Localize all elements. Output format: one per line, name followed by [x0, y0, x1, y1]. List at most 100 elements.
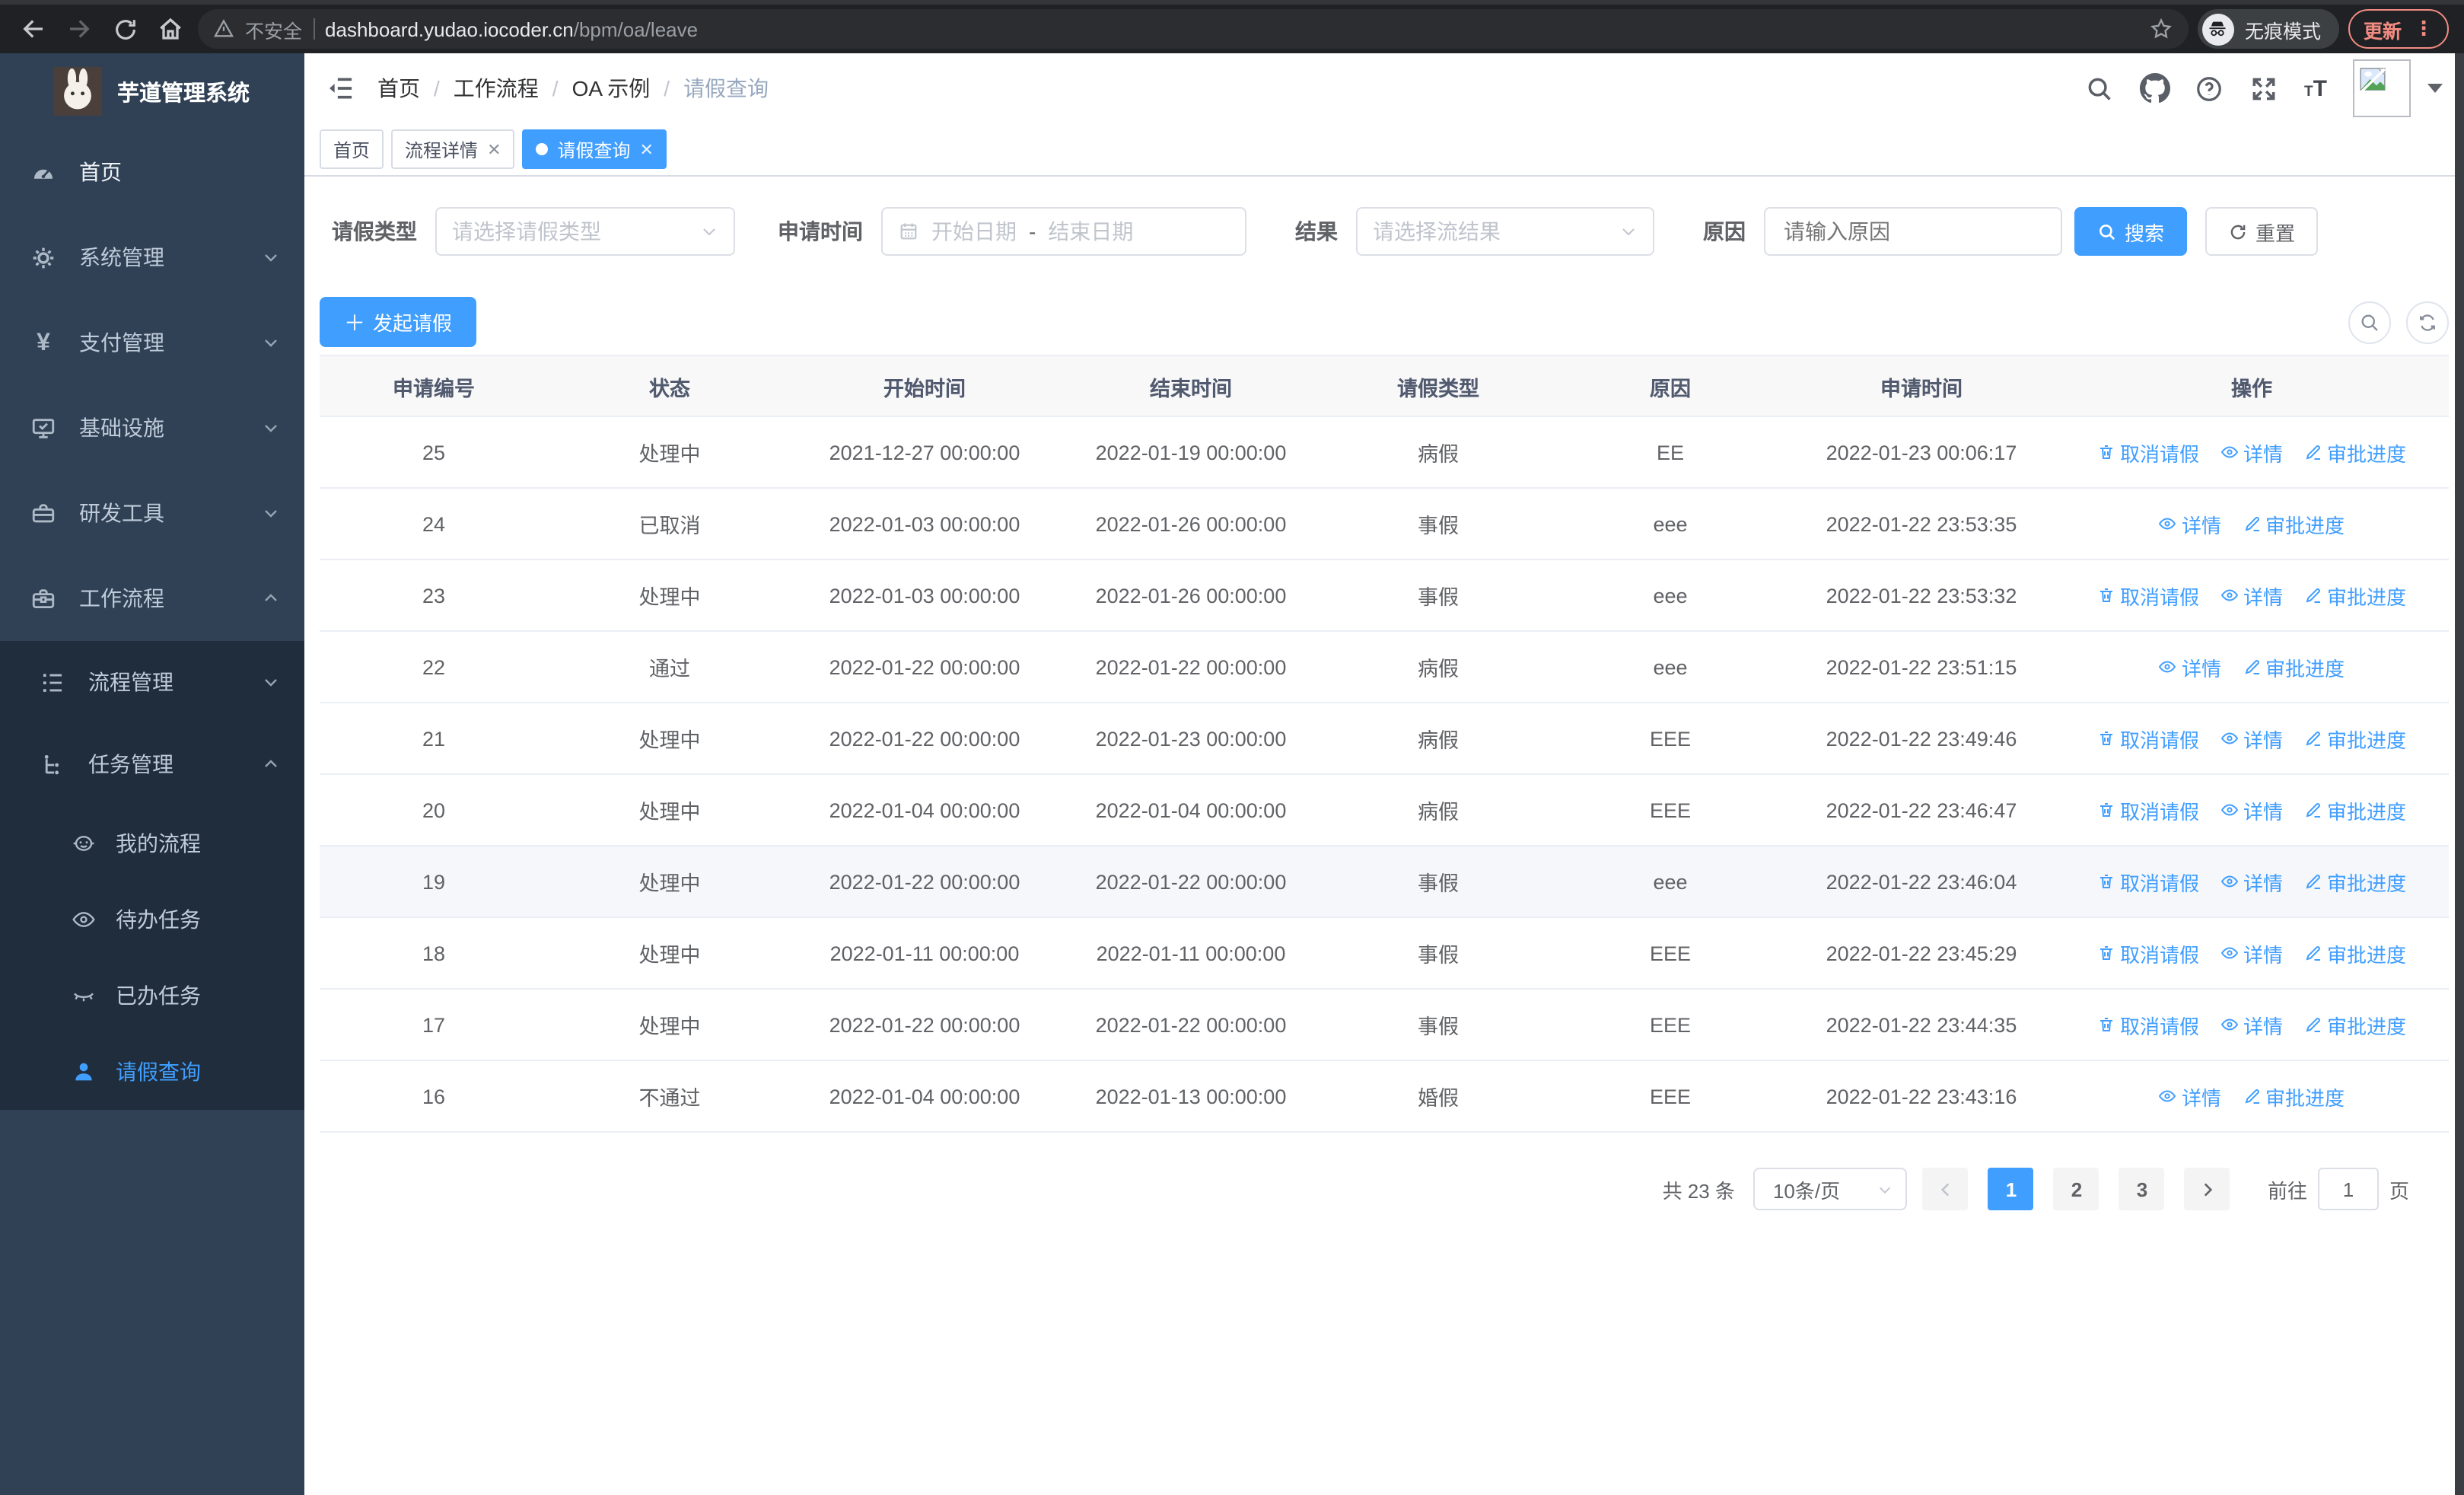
- show-search-button[interactable]: [2348, 301, 2391, 343]
- search-icon[interactable]: [2085, 74, 2114, 103]
- close-icon[interactable]: ✕: [640, 139, 654, 159]
- leave-type-label: 请假类型: [332, 219, 417, 244]
- cell-reason: eee: [1552, 488, 1788, 560]
- sidebar-item-system[interactable]: 系统管理: [0, 215, 304, 300]
- action-progress-link[interactable]: 审批进度: [2304, 939, 2406, 967]
- chevron-down-icon: [703, 228, 715, 236]
- sidebar-item-devtools[interactable]: 研发工具: [0, 470, 304, 556]
- next-page-button[interactable]: [2184, 1168, 2230, 1210]
- apply-time-label: 申请时间: [778, 219, 863, 244]
- action-progress-link[interactable]: 审批进度: [2243, 652, 2345, 681]
- logo[interactable]: 芋道管理系统: [0, 53, 304, 129]
- page-size-select[interactable]: 10条/页: [1752, 1168, 1907, 1210]
- help-icon[interactable]: [2195, 74, 2224, 103]
- font-size-icon[interactable]: TT: [2304, 75, 2327, 101]
- action-progress-link[interactable]: 审批进度: [2304, 438, 2406, 467]
- avatar[interactable]: [2353, 59, 2411, 117]
- reason-input[interactable]: [1781, 218, 2045, 245]
- action-progress-link[interactable]: 审批进度: [2304, 581, 2406, 610]
- action-cancel-link[interactable]: 取消请假: [2097, 939, 2199, 967]
- page-button-2[interactable]: 2: [2053, 1168, 2099, 1210]
- action-cancel-link[interactable]: 取消请假: [2097, 1010, 2199, 1039]
- breadcrumb-workflow[interactable]: 工作流程: [454, 73, 539, 104]
- close-icon[interactable]: ✕: [487, 139, 501, 159]
- action-cancel-link[interactable]: 取消请假: [2097, 795, 2199, 824]
- refresh-icon: [2230, 224, 2246, 239]
- cell-status: 处理中: [548, 989, 791, 1061]
- cell-start: 2022-01-03 00:00:00: [791, 559, 1058, 632]
- start-date-placeholder: 开始日期: [931, 219, 1017, 244]
- action-detail-link[interactable]: 详情: [2220, 724, 2283, 753]
- action-progress-link[interactable]: 审批进度: [2243, 509, 2345, 538]
- cell-reason: EEE: [1552, 703, 1788, 775]
- action-cancel-link[interactable]: 取消请假: [2097, 438, 2199, 467]
- action-progress-link[interactable]: 审批进度: [2304, 795, 2406, 824]
- update-button[interactable]: 更新 ⋮: [2348, 9, 2449, 49]
- action-detail-link[interactable]: 详情: [2220, 438, 2283, 467]
- sidebar-item-home[interactable]: 首页: [0, 129, 304, 215]
- incognito-label: 无痕模式: [2244, 21, 2321, 42]
- sidebar-item-payment[interactable]: ¥ 支付管理: [0, 300, 304, 385]
- search-button[interactable]: 搜索: [2074, 207, 2188, 256]
- action-progress-link[interactable]: 审批进度: [2304, 867, 2406, 896]
- github-icon[interactable]: [2139, 73, 2170, 104]
- action-progress-link[interactable]: 审批进度: [2304, 1010, 2406, 1039]
- forward-icon[interactable]: [61, 11, 97, 47]
- refresh-table-button[interactable]: [2406, 301, 2449, 343]
- home-icon[interactable]: [152, 11, 189, 47]
- sidebar-item-workflow[interactable]: 工作流程: [0, 556, 304, 641]
- app-frame: 芋道管理系统 首页 系统管理 ¥ 支付管理 基础设施 研发工具 工作流程 流程管…: [0, 53, 2464, 1495]
- apply-time-range-picker[interactable]: 开始日期 - 结束日期: [881, 207, 1246, 256]
- fullscreen-icon[interactable]: [2249, 74, 2278, 103]
- back-icon[interactable]: [15, 11, 52, 47]
- action-cancel-link[interactable]: 取消请假: [2097, 867, 2199, 896]
- create-leave-button[interactable]: ＋ 发起请假: [320, 297, 477, 347]
- leave-type-select[interactable]: 请选择请假类型: [435, 207, 735, 256]
- tab-process-detail[interactable]: 流程详情 ✕: [391, 129, 515, 169]
- browser-menu-icon[interactable]: ⋮: [2414, 17, 2434, 41]
- page-button-3[interactable]: 3: [2119, 1168, 2165, 1210]
- action-cancel-link[interactable]: 取消请假: [2097, 581, 2199, 610]
- tab-home[interactable]: 首页: [320, 129, 384, 169]
- action-detail-link[interactable]: 详情: [2220, 795, 2283, 824]
- reload-icon[interactable]: [107, 11, 143, 47]
- sidebar-item-leave-query[interactable]: 请假查询: [0, 1034, 304, 1110]
- divider: [313, 18, 315, 40]
- action-detail-link[interactable]: 详情: [2220, 581, 2283, 610]
- result-select[interactable]: 请选择流结果: [1356, 207, 1654, 256]
- sidebar-item-task-mgmt[interactable]: 任务管理: [0, 723, 304, 805]
- sidebar-item-process-mgmt[interactable]: 流程管理: [0, 641, 304, 723]
- action-detail-link[interactable]: 详情: [2159, 509, 2221, 538]
- cell-apply: 2022-01-22 23:51:15: [1788, 631, 2055, 703]
- cell-type: 事假: [1324, 846, 1552, 918]
- sidebar-fold-icon[interactable]: [326, 73, 356, 104]
- action-detail-link[interactable]: 详情: [2159, 652, 2221, 681]
- goto-page-input[interactable]: [2317, 1168, 2379, 1210]
- filter-form: 请假类型 请选择请假类型 申请时间 开始日期 - 结束日期 结果 请选择流结果: [320, 207, 2449, 256]
- action-progress-link[interactable]: 审批进度: [2243, 1082, 2345, 1111]
- reset-button[interactable]: 重置: [2205, 207, 2319, 256]
- reason-label: 原因: [1703, 219, 1746, 244]
- action-detail-link[interactable]: 详情: [2220, 1010, 2283, 1039]
- page-button-1[interactable]: 1: [1988, 1168, 2034, 1210]
- cell-type: 事假: [1324, 917, 1552, 990]
- table-row: 22 通过 2022-01-22 00:00:00 2022-01-22 00:00:…: [320, 631, 2449, 703]
- sidebar-item-infra[interactable]: 基础设施: [0, 385, 304, 470]
- scrollbar[interactable]: [2455, 53, 2464, 1495]
- bookmark-star-icon[interactable]: [2149, 17, 2173, 41]
- action-cancel-link[interactable]: 取消请假: [2097, 724, 2199, 753]
- breadcrumb-oa[interactable]: OA 示例: [572, 73, 651, 104]
- prev-page-button[interactable]: [1922, 1168, 1969, 1210]
- sidebar-item-todo-tasks[interactable]: 待办任务: [0, 881, 304, 958]
- action-detail-link[interactable]: 详情: [2220, 939, 2283, 967]
- tab-leave-query[interactable]: 请假查询 ✕: [522, 129, 667, 169]
- cell-status: 通过: [548, 631, 791, 703]
- sidebar-item-my-process[interactable]: 我的流程: [0, 805, 304, 881]
- action-detail-link[interactable]: 详情: [2159, 1082, 2221, 1111]
- breadcrumb-home[interactable]: 首页: [377, 73, 420, 104]
- address-bar[interactable]: 不安全 dashboard.yudao.iocoder.cn/bpm/oa/le…: [198, 9, 2189, 49]
- action-progress-link[interactable]: 审批进度: [2304, 724, 2406, 753]
- sidebar-item-done-tasks[interactable]: 已办任务: [0, 958, 304, 1034]
- avatar-caret-icon[interactable]: [2427, 84, 2443, 93]
- action-detail-link[interactable]: 详情: [2220, 867, 2283, 896]
